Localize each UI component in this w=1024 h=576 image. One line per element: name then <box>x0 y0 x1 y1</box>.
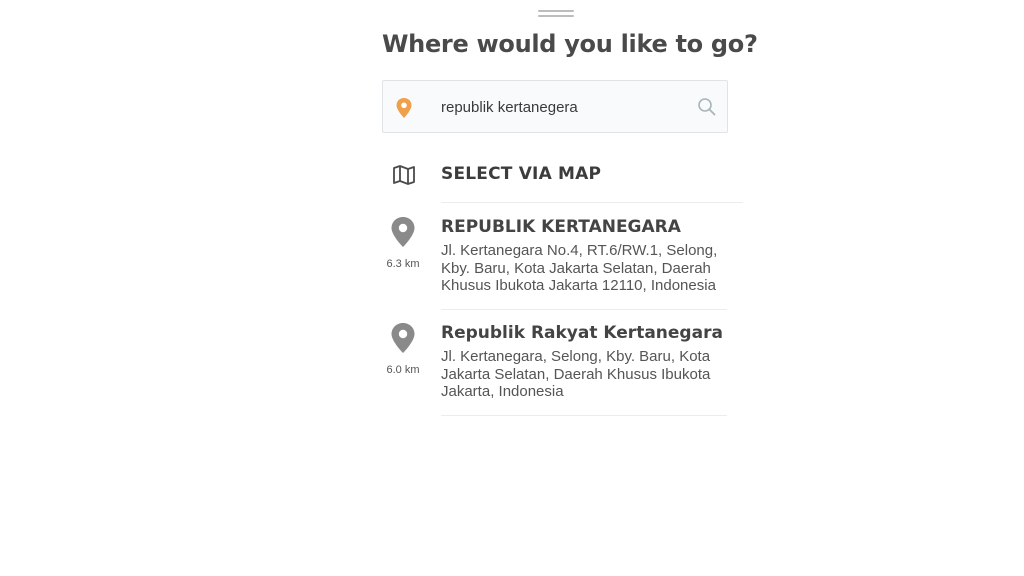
distance-label: 6.0 km <box>386 364 420 376</box>
location-pin-icon <box>391 217 415 247</box>
result-address: Jl. Kertanegara No.4, RT.6/RW.1, Selong,… <box>441 242 718 294</box>
search-icon[interactable] <box>697 97 717 117</box>
select-via-map-button[interactable]: SELECT VIA MAP <box>382 160 744 204</box>
page-title: Where would you like to go? <box>382 30 758 58</box>
divider <box>441 202 743 203</box>
result-body: REPUBLIK KERTANEGARA Jl. Kertanegara No.… <box>441 216 744 295</box>
location-pin-icon <box>391 323 415 353</box>
search-input[interactable] <box>441 95 681 119</box>
select-via-map-label: SELECT VIA MAP <box>441 164 602 184</box>
result-title: Republik Rakyat Kertanegara <box>441 323 723 343</box>
search-box[interactable] <box>382 80 728 133</box>
result-address: Jl. Kertanegara, Selong, Kby. Baru, Kota… <box>441 348 711 400</box>
result-body: Republik Rakyat Kertanegara Jl. Kertaneg… <box>441 322 744 401</box>
result-title: REPUBLIK KERTANEGARA <box>441 217 681 237</box>
drag-handle[interactable] <box>538 10 574 18</box>
result-item[interactable]: 6.0 km Republik Rakyat Kertanegara Jl. K… <box>382 322 744 402</box>
result-item[interactable]: 6.3 km REPUBLIK KERTANEGARA Jl. Kertaneg… <box>382 216 744 296</box>
divider <box>441 415 727 416</box>
location-pin-icon <box>396 98 412 118</box>
divider <box>441 309 727 310</box>
destination-sheet: Where would you like to go? SELECT VIA M… <box>0 0 1024 576</box>
distance-label: 6.3 km <box>386 258 420 270</box>
map-icon <box>393 165 415 185</box>
